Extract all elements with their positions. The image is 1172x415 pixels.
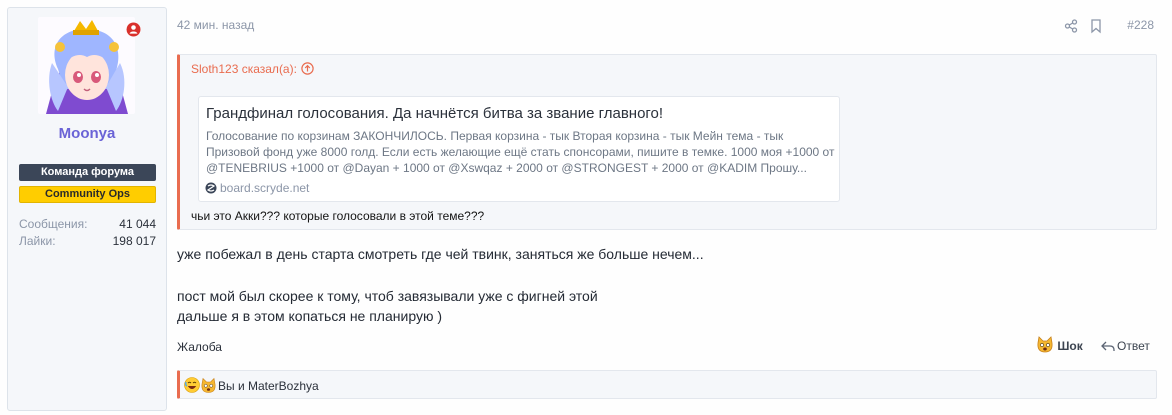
link-preview-description: Голосование по корзинам ЗАКОНЧИЛОСЬ. Пер… (206, 129, 835, 175)
shocked-cat-icon (201, 377, 216, 393)
reply-button[interactable]: Ответ (1101, 339, 1150, 357)
post-text-line: дальше я в этом копаться не планирую ) (177, 308, 442, 324)
link-preview-domain: board.scryde.net (220, 181, 310, 195)
post-time[interactable]: 42 мин. назад (177, 18, 254, 32)
username[interactable]: Moonya (8, 125, 166, 142)
quote-author-text: Sloth123 сказал(а): (191, 62, 297, 76)
user-banner-community-ops: Community Ops (19, 186, 156, 203)
reactions-summary-bar[interactable]: Вы и MaterBozhya (177, 370, 1157, 399)
reaction-shock-label: Шок (1057, 339, 1083, 353)
stat-likes: Лайки: 198 017 (19, 233, 156, 249)
stat-likes-label: Лайки: (19, 234, 56, 248)
laughing-face-icon (184, 377, 200, 393)
stat-messages: Сообщения: 41 044 (19, 216, 156, 232)
user-sidebar: Moonya Команда форума Community Ops Сооб… (7, 7, 167, 411)
reactions-users-text[interactable]: Вы и MaterBozhya (218, 379, 319, 393)
post: Moonya Команда форума Community Ops Сооб… (0, 0, 1172, 415)
quote-author-link[interactable]: Sloth123 сказал(а): (191, 62, 314, 76)
avatar-container[interactable] (38, 17, 141, 114)
reactions-list (184, 377, 218, 393)
reply-arrow-icon (1101, 341, 1115, 351)
arrow-up-circle-icon[interactable] (301, 62, 314, 76)
avatar[interactable] (38, 17, 135, 114)
quote-text: чьи это Акки??? которые голосовали в это… (191, 209, 485, 223)
share-icon[interactable] (1064, 17, 1078, 35)
user-banner-team: Команда форума (19, 164, 156, 181)
quote-block: Sloth123 сказал(а): Грандфинал голосован… (177, 54, 1157, 230)
report-button[interactable]: Жалоба (177, 340, 222, 354)
link-preview-source[interactable]: board.scryde.net (205, 181, 309, 195)
bookmark-icon[interactable] (1090, 17, 1102, 35)
post-text-line: уже побежал в день старта смотреть где ч… (177, 246, 704, 262)
shocked-cat-icon (1036, 336, 1054, 354)
stat-messages-label: Сообщения: (19, 217, 88, 231)
link-preview-title[interactable]: Грандфинал голосования. Да начнётся битв… (206, 105, 663, 122)
stat-messages-value[interactable]: 41 044 (119, 216, 156, 232)
post-number-link[interactable]: #228 (1127, 18, 1154, 32)
site-favicon-icon (205, 182, 217, 194)
user-status-icon (126, 22, 141, 37)
reply-label: Ответ (1117, 339, 1150, 353)
stat-likes-value: 198 017 (112, 234, 156, 248)
post-text-line: пост мой был скорее к тому, чтоб завязыв… (177, 288, 598, 304)
link-preview-card[interactable]: Грандфинал голосования. Да начнётся битв… (198, 96, 840, 202)
reaction-shock-button[interactable]: Шок (1036, 336, 1083, 357)
